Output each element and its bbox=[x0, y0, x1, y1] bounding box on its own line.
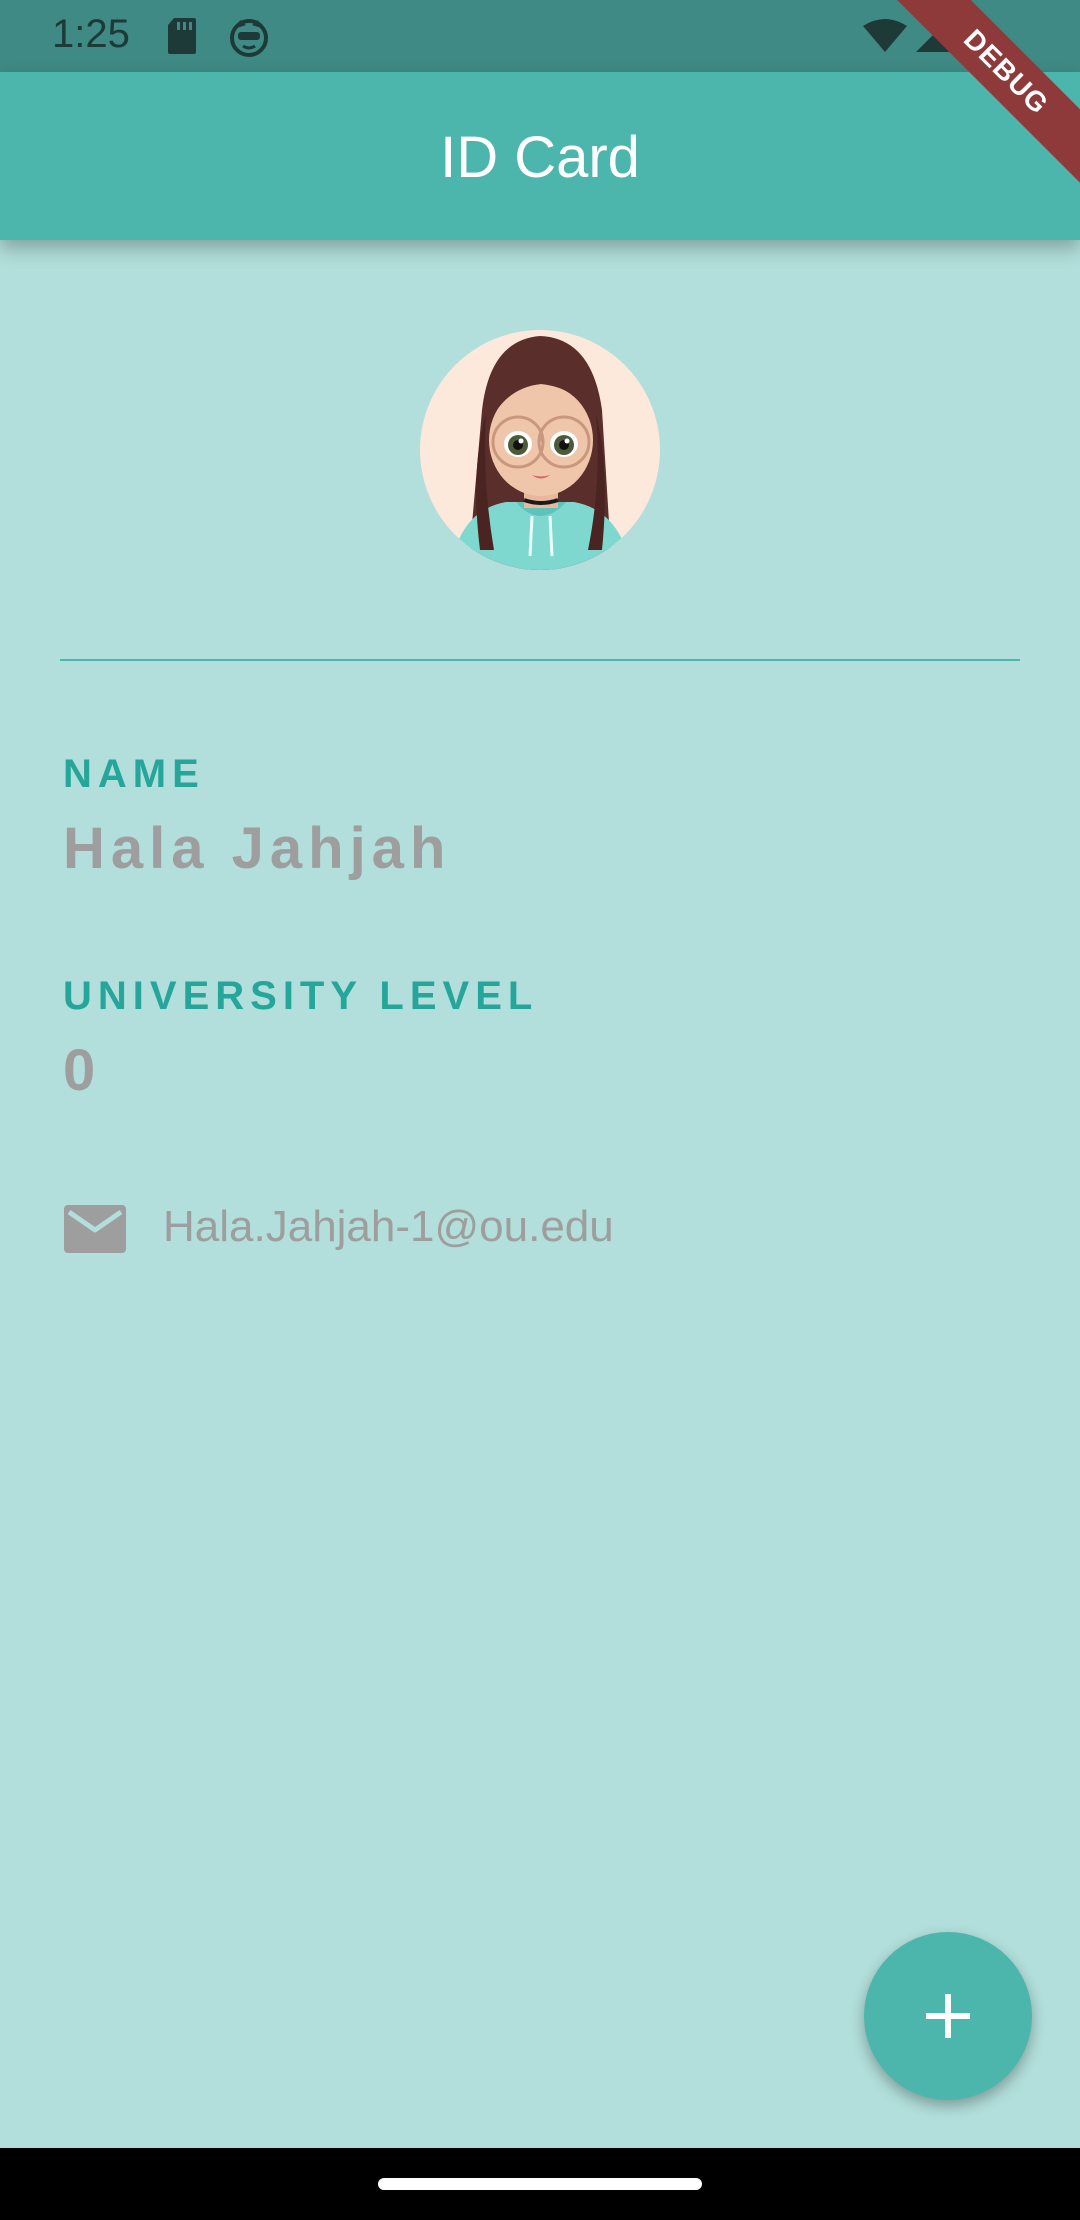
email-text: Hala.Jahjah-1@ou.edu bbox=[163, 1202, 614, 1251]
app-bar: ID Card bbox=[0, 72, 1080, 240]
wifi-icon bbox=[862, 18, 908, 59]
plus-icon bbox=[926, 1994, 970, 2043]
mail-icon bbox=[63, 1204, 127, 1259]
sd-card-icon bbox=[166, 16, 198, 61]
add-fab-button[interactable] bbox=[864, 1932, 1032, 2100]
status-time: 1:25 bbox=[52, 12, 130, 56]
system-nav-bar bbox=[0, 2148, 1080, 2220]
screen: 1:25 DEBUG ID Card NAME Hala Jahjah UNIV… bbox=[0, 0, 1080, 2220]
cat-face-icon bbox=[228, 16, 270, 63]
name-value: Hala Jahjah bbox=[63, 816, 452, 881]
avatar bbox=[420, 330, 660, 570]
divider bbox=[60, 659, 1020, 661]
university-level-label: UNIVERSITY LEVEL bbox=[63, 974, 539, 1018]
app-title: ID Card bbox=[440, 125, 640, 190]
home-gesture-handle[interactable] bbox=[378, 2178, 702, 2190]
university-level-value: 0 bbox=[63, 1038, 102, 1103]
name-label: NAME bbox=[63, 752, 205, 796]
